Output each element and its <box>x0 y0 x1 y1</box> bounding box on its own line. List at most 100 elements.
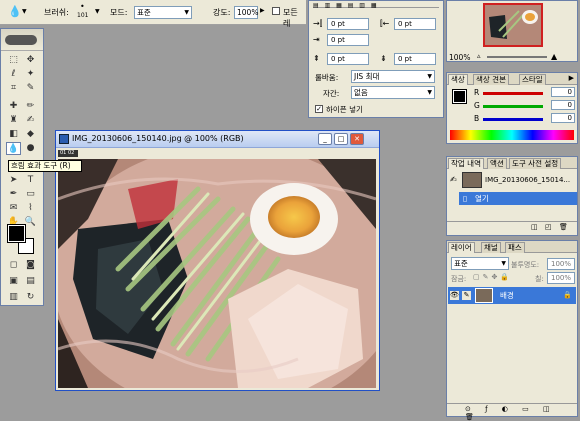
history-brush-source-icon[interactable]: ✍ <box>450 175 457 184</box>
chevron-down-icon: ▼ <box>501 260 506 267</box>
indent-left-input[interactable]: 0 pt <box>327 18 369 30</box>
dodge-tool-icon[interactable]: ● <box>23 142 38 155</box>
tab-swatches[interactable]: 색상 견본 <box>473 74 509 85</box>
marquee-tool-icon[interactable]: ⬚ <box>6 54 21 67</box>
tab-channels[interactable]: 채널 <box>481 242 501 253</box>
paint-bucket-tool-icon[interactable]: ◆ <box>23 128 38 141</box>
eraser-tool-icon[interactable]: ◧ <box>6 128 21 141</box>
tab-layers[interactable]: 레이어 <box>448 242 475 253</box>
tool-preset-chevron-icon[interactable]: ▼ <box>22 8 27 15</box>
type-tool-icon[interactable]: T <box>23 174 38 187</box>
channel-b-value[interactable]: 0 <box>551 113 575 123</box>
history-step-row[interactable]: ▯ 열기 <box>459 192 577 205</box>
zoom-tool-icon[interactable]: 🔍 <box>23 216 38 229</box>
fill-label: 칠: <box>535 275 544 283</box>
brush-picker-chevron-icon[interactable]: ▼ <box>95 8 100 15</box>
blur-tool-button-icon[interactable]: 💧 <box>6 142 21 155</box>
healing-brush-tool-icon[interactable]: ✚ <box>6 100 21 113</box>
tab-paths[interactable]: 패스 <box>505 242 525 253</box>
eyedropper-tool-icon[interactable]: ⌇ <box>23 202 38 215</box>
navigator-thumbnail[interactable] <box>483 3 543 47</box>
noodle-photo <box>58 159 376 388</box>
trash-icon[interactable]: 🗑 <box>559 223 568 231</box>
tab-tool-presets[interactable]: 도구 사전 설정 <box>509 158 562 169</box>
tab-styles[interactable]: 스타일 <box>519 74 546 85</box>
jump-to-imageready-icon[interactable]: ↻ <box>23 291 38 304</box>
notes-tool-icon[interactable]: ✉ <box>6 202 21 215</box>
alignment-icons[interactable]: ▤ ▥ ▦ ▤ ▥ ▦ <box>313 2 439 9</box>
fill-input[interactable]: 100% <box>547 272 575 284</box>
blend-mode-select[interactable]: 표준 ▼ <box>451 257 509 270</box>
all-layers-label: 모든 레 <box>283 8 298 28</box>
lock-label: 잠금: <box>451 275 467 283</box>
mode-select[interactable]: 표준 ▼ <box>134 6 192 19</box>
clone-stamp-tool-icon[interactable]: ♜ <box>6 114 21 127</box>
quick-mask-mode-icon[interactable]: ◙ <box>23 259 38 272</box>
brush-size[interactable]: 101 <box>77 12 88 19</box>
channel-b-slider[interactable] <box>483 118 543 121</box>
hyphen-checkbox[interactable]: ✓ <box>315 105 323 113</box>
all-layers-checkbox[interactable] <box>272 7 280 15</box>
document-canvas[interactable] <box>58 159 376 388</box>
new-document-from-state-icon[interactable]: ◫ <box>531 223 538 231</box>
panel-menu-icon[interactable]: ▶ <box>569 74 574 82</box>
strength-input[interactable]: 100% <box>234 6 258 19</box>
document-titlebar[interactable]: IMG_20130606_150140.jpg @ 100% (RGB) _ □… <box>56 131 379 148</box>
zoom-in-icon[interactable]: ▲ <box>551 52 557 61</box>
divider <box>447 221 577 222</box>
path-selection-tool-icon[interactable]: ➤ <box>6 174 21 187</box>
channel-r-slider[interactable] <box>483 92 543 95</box>
crop-tool-icon[interactable]: ⌗ <box>6 82 21 95</box>
screen-mode-fullscreen-icon[interactable]: ▥ <box>6 291 21 304</box>
maximize-icon[interactable]: □ <box>334 133 348 145</box>
zoom-out-icon[interactable]: ▵ <box>477 52 481 60</box>
color-fg-swatch[interactable] <box>452 89 467 104</box>
blur-tool-icon[interactable]: 💧 <box>8 5 22 18</box>
color-spectrum-bar[interactable] <box>450 130 574 140</box>
first-line-indent-input[interactable]: 0 pt <box>327 34 369 46</box>
foreground-color-swatch[interactable] <box>7 224 26 243</box>
layer-action-icons[interactable]: ⊙ ƒ ◐ ▭ ◫ 🗑 <box>465 405 577 421</box>
document-window[interactable]: IMG_20130606_150140.jpg @ 100% (RGB) _ □… <box>55 130 380 391</box>
standard-mode-icon[interactable]: ◻ <box>6 259 21 272</box>
eye-icon[interactable]: 👁 <box>450 291 459 300</box>
channel-g-slider[interactable] <box>483 105 543 108</box>
chevron-down-icon: ▼ <box>427 89 432 96</box>
strength-chevron-icon[interactable]: ▶ <box>260 7 265 14</box>
brush-tool-icon[interactable]: ✏ <box>23 100 38 113</box>
zoom-slider[interactable] <box>487 56 547 58</box>
indent-right-input[interactable]: 0 pt <box>394 18 436 30</box>
screen-mode-full-icon[interactable]: ▤ <box>23 275 38 288</box>
jagan-select[interactable]: 없음 ▼ <box>351 86 435 99</box>
indent-right-icon: ⫿← <box>380 19 390 28</box>
lock-icons[interactable]: ▢✎✥🔒 <box>473 273 512 281</box>
close-icon[interactable]: ✕ <box>350 133 364 145</box>
space-before-input[interactable]: 0 pt <box>327 53 369 65</box>
tab-history[interactable]: 작업 내역 <box>448 158 484 169</box>
opacity-input[interactable]: 100% <box>547 258 575 270</box>
burasi-select[interactable]: JIS 최대 ▼ <box>351 70 435 83</box>
space-after-input[interactable]: 0 pt <box>394 53 436 65</box>
screen-mode-standard-icon[interactable]: ▣ <box>6 275 21 288</box>
channel-g-value[interactable]: 0 <box>551 100 575 110</box>
tab-color[interactable]: 색상 <box>448 74 468 85</box>
channel-b-label: B <box>474 114 480 123</box>
indent-left-icon: →⫿ <box>313 19 323 28</box>
lasso-tool-icon[interactable]: ℓ <box>6 68 21 81</box>
channel-r-value[interactable]: 0 <box>551 87 575 97</box>
navigator-zoom[interactable]: 100% <box>449 53 470 62</box>
brush-link-icon[interactable]: ✎ <box>462 291 471 300</box>
layer-row-background[interactable]: 👁 ✎ 배경 🔒 <box>448 287 576 304</box>
shape-tool-icon[interactable]: ▭ <box>23 188 38 201</box>
move-tool-icon[interactable]: ✥ <box>23 54 38 67</box>
adobe-online-icon[interactable] <box>5 35 37 45</box>
snapshot-name[interactable]: IMG_20130606_15014... <box>485 176 570 184</box>
new-snapshot-icon[interactable]: ◰ <box>545 223 552 231</box>
magic-wand-tool-icon[interactable]: ✦ <box>23 68 38 81</box>
slice-tool-icon[interactable]: ✎ <box>23 82 38 95</box>
history-brush-tool-icon[interactable]: ✍ <box>23 114 38 127</box>
brush-dot-icon[interactable]: • <box>80 2 85 11</box>
minimize-icon[interactable]: _ <box>318 133 332 145</box>
tab-actions[interactable]: 액션 <box>487 158 507 169</box>
pen-tool-icon[interactable]: ✒ <box>6 188 21 201</box>
